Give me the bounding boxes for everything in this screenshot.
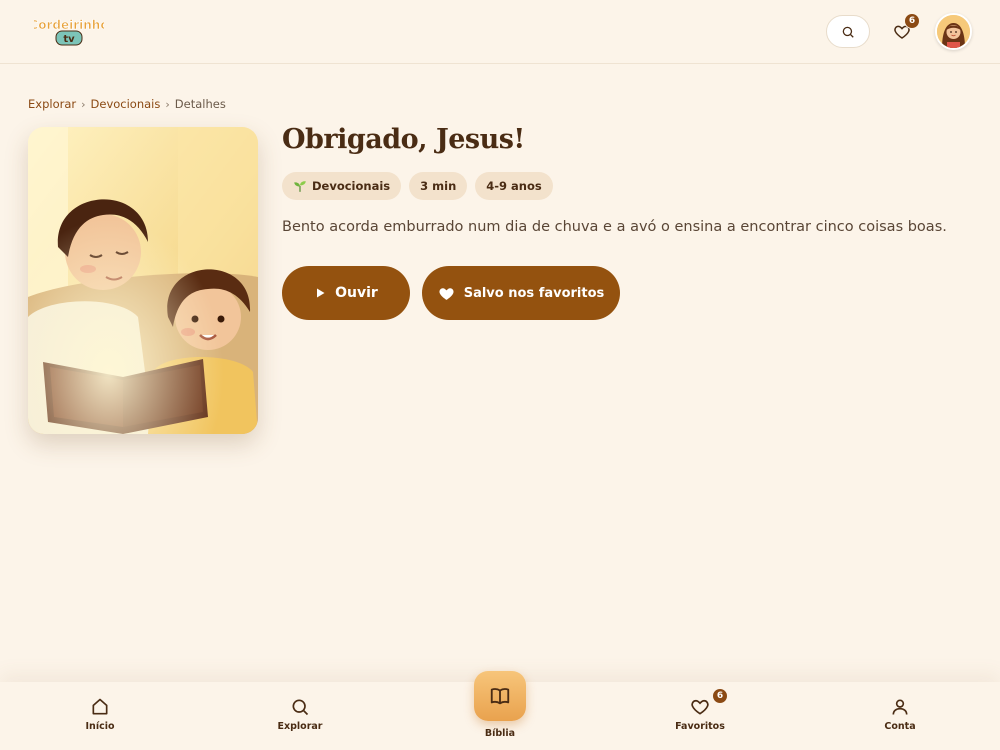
- bottom-navigation: Início Explorar Bíblia Favoritos 6 Conta: [0, 671, 1000, 750]
- listen-button-label: Ouvir: [335, 285, 378, 301]
- saved-favorites-button[interactable]: Salvo nos favoritos: [422, 266, 620, 320]
- sprout-icon: [294, 181, 306, 192]
- play-icon: [317, 288, 325, 298]
- breadcrumb-current: Detalhes: [174, 97, 226, 111]
- header-search-button[interactable]: [826, 15, 870, 48]
- story-description: Bento acorda emburrado num dia de chuva …: [282, 219, 947, 235]
- favorites-count-badge: 6: [904, 13, 920, 29]
- nav-item-favoritos[interactable]: Favoritos: [660, 697, 740, 732]
- heart-filled-icon: [439, 287, 454, 300]
- listen-button[interactable]: Ouvir: [282, 266, 410, 320]
- svg-text:Cordeirinho: Cordeirinho: [34, 18, 104, 32]
- nav-favorites-badge: 6: [712, 688, 728, 704]
- story-title: Obrigado, Jesus!: [282, 124, 525, 155]
- tag-age-range: 4-9 anos: [475, 172, 553, 200]
- tag-category[interactable]: Devocionais: [282, 172, 402, 200]
- top-bar: Cordeirinho tv 6: [0, 0, 1000, 64]
- breadcrumb: Explorar › Devocionais › Detalhes: [28, 97, 226, 111]
- nav-label: Início: [85, 721, 115, 732]
- breadcrumb-devocionais[interactable]: Devocionais: [91, 97, 161, 111]
- search-icon: [842, 26, 854, 38]
- nav-item-inicio[interactable]: Início: [60, 697, 140, 732]
- nav-item-biblia[interactable]: [474, 671, 526, 721]
- nav-item-explorar[interactable]: Explorar: [260, 697, 340, 732]
- story-cover-image: [28, 127, 258, 434]
- saved-favorites-label: Salvo nos favoritos: [463, 285, 605, 301]
- nav-label: Conta: [884, 721, 916, 732]
- user-icon: [892, 699, 908, 715]
- tag-category-label: Devocionais: [312, 179, 391, 193]
- search-icon: [292, 699, 309, 716]
- breadcrumb-separator: ›: [165, 97, 170, 111]
- nav-item-conta[interactable]: Conta: [860, 697, 940, 732]
- book-icon: [490, 688, 510, 705]
- user-avatar[interactable]: [935, 13, 972, 50]
- story-actions: Ouvir Salvo nos favoritos: [282, 266, 620, 320]
- breadcrumb-separator: ›: [81, 97, 86, 111]
- nav-label: Explorar: [277, 721, 323, 732]
- app-logo[interactable]: Cordeirinho tv: [34, 14, 104, 48]
- avatar-illustration: [937, 15, 970, 48]
- heart-icon: [691, 699, 709, 715]
- svg-text:tv: tv: [63, 34, 75, 45]
- nav-label: Bíblia: [484, 728, 516, 739]
- breadcrumb-explorar[interactable]: Explorar: [28, 97, 76, 111]
- tag-duration: 3 min: [409, 172, 468, 200]
- nav-label: Favoritos: [675, 721, 725, 732]
- home-icon: [92, 698, 108, 715]
- story-tags: Devocionais 3 min 4-9 anos: [282, 172, 553, 200]
